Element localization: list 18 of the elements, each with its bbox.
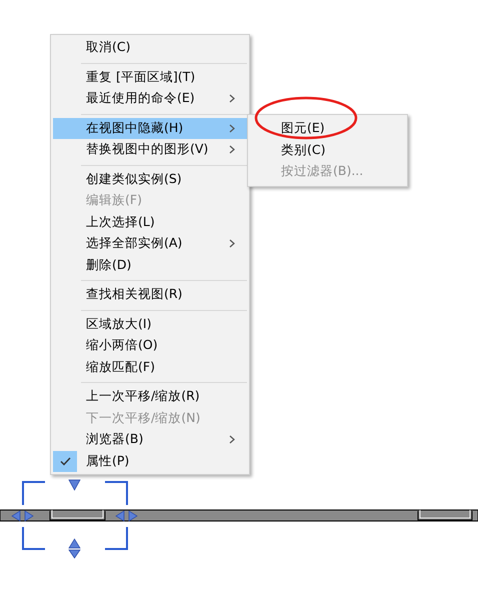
menu-item[interactable]: 属性(P) xyxy=(53,450,247,472)
menu-item[interactable]: 替换视图中的图形(V) xyxy=(53,139,247,160)
menu-item[interactable]: 删除(D) xyxy=(53,254,247,276)
menu-item[interactable]: 类别(C) xyxy=(250,140,405,161)
menu-item[interactable]: 查找相关视图(R) xyxy=(53,284,247,306)
menu-item[interactable]: 选择全部实例(A) xyxy=(53,233,247,254)
menu-item[interactable]: 创建类似实例(S) xyxy=(53,168,247,190)
menu-item[interactable]: 上一次平移/缩放(R) xyxy=(53,386,247,408)
menu-item[interactable]: 缩小两倍(O) xyxy=(53,335,247,356)
menu-item[interactable]: 图元(E) xyxy=(250,118,405,140)
menu-item[interactable]: 在视图中隐藏(H) xyxy=(53,118,247,139)
menu-item[interactable]: 取消(C) xyxy=(53,37,247,58)
menu-item[interactable]: 上次选择(L) xyxy=(53,212,247,233)
menu-item[interactable]: 最近使用的命令(E) xyxy=(53,88,247,110)
menu-item[interactable]: 浏览器(B) xyxy=(53,429,247,450)
menu-item[interactable]: 缩放匹配(F) xyxy=(53,356,247,378)
menu-item[interactable]: 区域放大(I) xyxy=(53,314,247,335)
menu-item[interactable]: 重复 [平面区域](T) xyxy=(53,66,247,88)
